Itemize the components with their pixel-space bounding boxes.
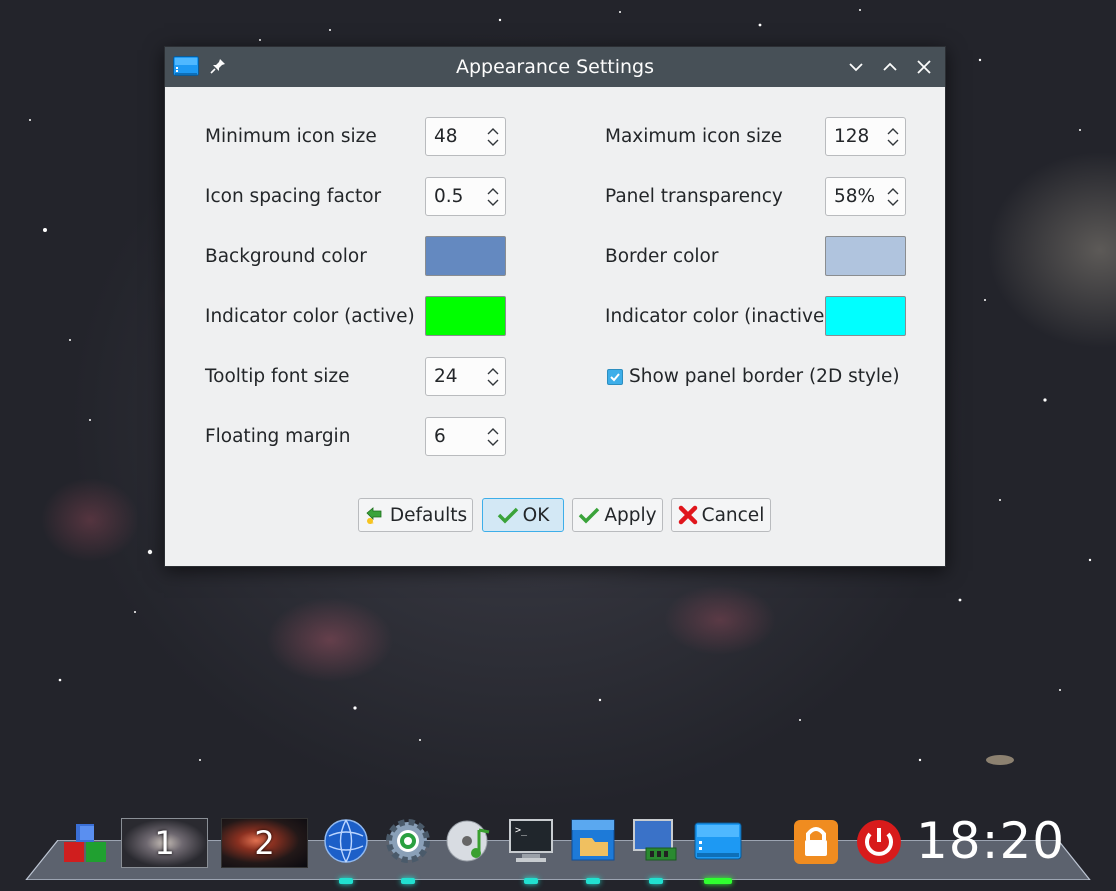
settings-gear-icon[interactable] [385,818,431,864]
cancel-x-icon [678,505,697,525]
power-icon[interactable] [855,818,903,866]
close-icon [917,60,931,74]
spin-arrows-icon[interactable] [486,186,500,208]
running-indicator [649,878,663,884]
spin-arrows-icon[interactable] [486,426,500,448]
panel-transparency-value: 58% [834,186,876,207]
indicator-active-swatch[interactable] [425,296,506,336]
checkmark-icon [497,507,518,524]
ok-label: OK [522,504,550,526]
icon-spacing-value: 0.5 [434,186,464,207]
indicator-inactive-swatch[interactable] [825,296,906,336]
apply-button[interactable]: Apply [572,498,663,532]
file-manager-icon[interactable] [570,818,616,864]
media-player-icon[interactable] [445,818,493,864]
apply-label: Apply [604,504,657,526]
floating-margin-label: Floating margin [205,426,351,447]
border-color-swatch[interactable] [825,236,906,276]
checkmark-icon [610,373,620,382]
tooltip-font-size-spinbox[interactable]: 24 [425,357,506,396]
floating-margin-value: 6 [434,426,446,447]
indicator-active-label: Indicator color (active) [205,306,415,327]
active-indicator [704,878,732,884]
spin-arrows-icon[interactable] [886,186,900,208]
defaults-button[interactable]: Defaults [358,498,473,532]
running-indicator [524,878,538,884]
show-panel-border-label[interactable]: Show panel border (2D style) [629,357,900,397]
cancel-button[interactable]: Cancel [671,498,771,532]
tooltip-font-size-value: 24 [434,366,458,387]
spin-arrows-icon[interactable] [486,366,500,388]
icon-spacing-label: Icon spacing factor [205,186,382,207]
running-indicator [339,878,353,884]
panel-transparency-spinbox[interactable]: 58% [825,177,906,216]
min-icon-size-label: Minimum icon size [205,126,377,147]
max-icon-size-value: 128 [834,126,870,147]
spin-arrows-icon[interactable] [886,126,900,148]
ok-button[interactable]: OK [482,498,564,532]
reset-arrow-icon [366,507,382,524]
running-indicator [401,878,415,884]
max-icon-size-spinbox[interactable]: 128 [825,117,906,156]
pager-desktop-2-number: 2 [254,824,275,862]
clock: 18:20 [916,812,1066,870]
panel-transparency-label: Panel transparency [605,186,783,207]
browser-globe-icon[interactable] [323,818,369,864]
dock-settings-icon[interactable] [694,822,742,862]
checkmark-icon [579,507,600,524]
background-color-swatch[interactable] [425,236,506,276]
icon-spacing-spinbox[interactable]: 0.5 [425,177,506,216]
maximize-icon [883,62,897,71]
minimize-button[interactable] [846,57,866,77]
maximize-button[interactable] [880,57,900,77]
close-button[interactable] [914,57,934,77]
lock-icon[interactable] [792,818,840,866]
min-icon-size-spinbox[interactable]: 48 [425,117,506,156]
show-panel-border-checkbox[interactable] [607,369,623,385]
title-bar[interactable]: Appearance Settings [165,47,945,87]
window-title: Appearance Settings [455,56,655,78]
background-color-label: Background color [205,246,367,267]
min-icon-size-value: 48 [434,126,458,147]
tooltip-font-size-label: Tooltip font size [205,366,350,387]
running-indicator [586,878,600,884]
system-monitor-icon[interactable] [632,818,680,864]
appearance-settings-dialog: Appearance Settings Minimum icon size 48… [164,46,946,567]
launcher-cubes-icon[interactable] [60,822,112,870]
indicator-inactive-label: Indicator color (inactive) [605,306,832,327]
pager-desktop-1-number: 1 [154,824,175,862]
minimize-icon [849,63,863,72]
pager-desktop-2[interactable]: 2 [221,818,308,868]
max-icon-size-label: Maximum icon size [605,126,783,147]
pager-desktop-1[interactable]: 1 [121,818,208,868]
terminal-icon[interactable]: >_ [508,818,554,864]
border-color-label: Border color [605,246,719,267]
floating-margin-spinbox[interactable]: 6 [425,417,506,456]
cancel-label: Cancel [701,504,765,526]
defaults-label: Defaults [389,504,468,526]
svg-text:>_: >_ [515,825,528,836]
spin-arrows-icon[interactable] [486,126,500,148]
